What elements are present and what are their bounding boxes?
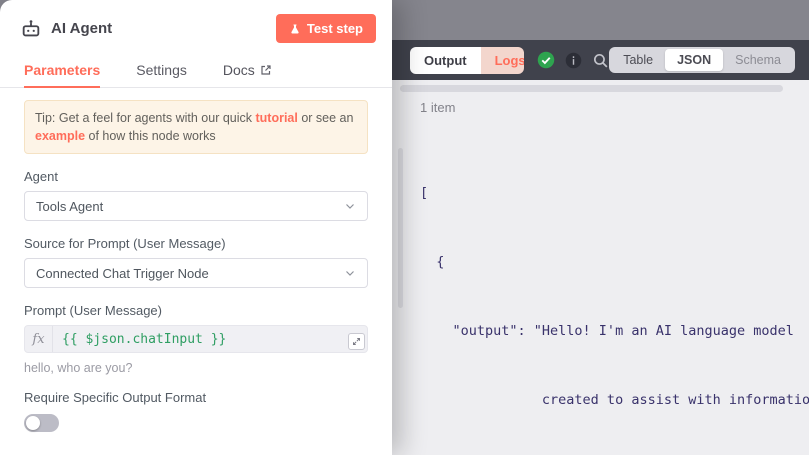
settings-tabs: Parameters Settings Docs (0, 52, 392, 88)
agent-select[interactable]: Tools Agent (24, 191, 368, 221)
test-step-label: Test step (307, 21, 363, 36)
view-json[interactable]: JSON (665, 49, 723, 71)
prompt-hint: hello, who are you? (24, 361, 368, 375)
horizontal-scrollbar[interactable] (400, 85, 783, 92)
items-count: 1 item (420, 100, 455, 115)
tab-logs[interactable]: Logs (481, 47, 525, 74)
tip-text-1: Tip: Get a feel for agents with our quic… (35, 111, 255, 125)
flask-icon (289, 23, 301, 35)
tip-text-2: or see an (298, 111, 354, 125)
success-check-icon (537, 51, 555, 69)
vertical-scrollbar[interactable] (398, 148, 403, 308)
expand-expression-button[interactable] (348, 333, 365, 350)
output-format-label: Require Specific Output Format (24, 390, 368, 405)
chevron-down-icon (344, 200, 356, 212)
agent-field-label: Agent (24, 169, 368, 184)
external-link-icon (260, 64, 272, 76)
view-switcher: Table JSON Schema (609, 47, 795, 73)
parameters-body: Tip: Get a feel for agents with our quic… (0, 88, 392, 432)
output-content: 1 item [ { "output": "Hello! I'm an AI l… (392, 80, 809, 455)
output-format-toggle[interactable] (24, 414, 59, 432)
agent-select-value: Tools Agent (36, 199, 103, 214)
view-schema[interactable]: Schema (723, 49, 793, 71)
tab-parameters[interactable]: Parameters (24, 52, 100, 87)
node-title: AI Agent (51, 20, 112, 37)
robot-icon (20, 18, 42, 40)
tip-text-3: of how this node works (85, 129, 216, 143)
toolbar-icons (537, 51, 609, 69)
fx-badge: fx (25, 326, 53, 352)
docs-link[interactable]: Docs (223, 52, 272, 87)
json-output: [ { "output": "Hello! I'm an AI language… (420, 136, 809, 455)
json-line: created to assist with information (420, 389, 809, 412)
tutorial-link[interactable]: tutorial (255, 111, 297, 125)
search-icon[interactable] (592, 52, 609, 69)
toggle-knob (26, 416, 40, 430)
chevron-down-icon (344, 267, 356, 279)
expression-code[interactable]: {{ $json.chatInput }} (53, 326, 235, 352)
view-table[interactable]: Table (611, 49, 665, 71)
output-panel: Output Logs Table JSON Schema 1 item [ { (392, 0, 809, 455)
panel-header: AI Agent Test step (0, 0, 392, 43)
info-icon[interactable] (565, 52, 582, 69)
prompt-expression-input[interactable]: fx {{ $json.chatInput }} (24, 325, 368, 353)
tip-banner: Tip: Get a feel for agents with our quic… (24, 100, 368, 154)
json-line: { (420, 251, 809, 274)
json-line: "output": "Hello! I'm an AI language mod… (420, 320, 809, 343)
source-select-value: Connected Chat Trigger Node (36, 266, 209, 281)
docs-label: Docs (223, 62, 255, 78)
example-link[interactable]: example (35, 129, 85, 143)
tab-settings[interactable]: Settings (136, 52, 187, 87)
source-field-label: Source for Prompt (User Message) (24, 236, 368, 251)
tab-output[interactable]: Output (410, 47, 481, 74)
source-select[interactable]: Connected Chat Trigger Node (24, 258, 368, 288)
run-tabs: Output Logs (410, 47, 524, 74)
node-settings-panel: AI Agent Test step Parameters Settings D… (0, 0, 392, 455)
json-line: [ (420, 182, 809, 205)
prompt-field-label: Prompt (User Message) (24, 303, 368, 318)
test-step-button[interactable]: Test step (276, 14, 376, 43)
output-toolbar: Output Logs Table JSON Schema (392, 40, 809, 80)
